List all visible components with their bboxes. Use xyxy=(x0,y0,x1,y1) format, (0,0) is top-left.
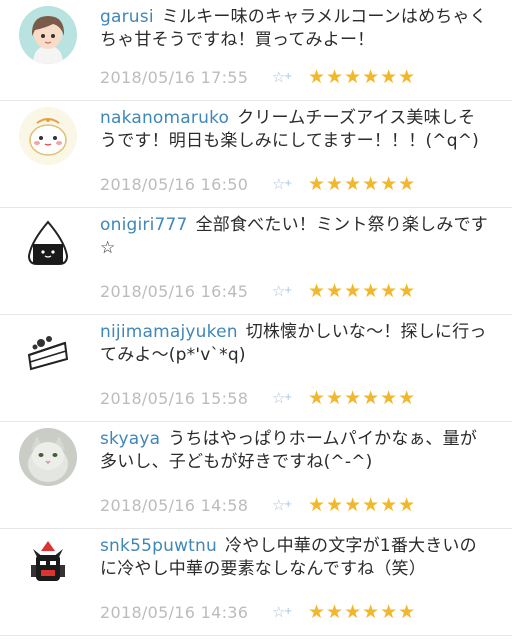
comment-body: skyaya うちはやっぱりホームパイかなぁ、量が多いし、子どもが好きですね(^-… xyxy=(100,428,490,474)
star-rating: ★★★★★★ xyxy=(308,387,417,409)
add-favorite-star-icon[interactable]: ☆ + xyxy=(272,175,298,193)
maru-character-avatar-icon[interactable] xyxy=(19,107,77,165)
comment-date: 2018/05/16 16:45 xyxy=(100,281,249,301)
comment-meta: 2018/05/16 17:55 ☆ + ★★★★★★ xyxy=(100,66,416,88)
comment-item: skyaya うちはやっぱりホームパイかなぁ、量が多いし、子どもが好きですね(^-… xyxy=(0,422,512,529)
star-rating: ★★★★★★ xyxy=(308,280,417,302)
comment-item: garusi ミルキー味のキャラメルコーンはめちゃくちゃ甘そうですね！買ってみよー… xyxy=(0,0,512,101)
cat-photo-avatar-icon[interactable] xyxy=(19,428,77,486)
star-rating: ★★★★★★ xyxy=(308,494,417,516)
comment-item: nakanomaruko クリームチーズアイス美味しそうです！明日も楽しみにしてま… xyxy=(0,101,512,208)
comment-text: ミルキー味のキャラメルコーンはめちゃくちゃ甘そうですね！買ってみよー！ xyxy=(100,7,487,50)
star-rating: ★★★★★★ xyxy=(308,173,417,195)
comment-body: garusi ミルキー味のキャラメルコーンはめちゃくちゃ甘そうですね！買ってみよー… xyxy=(100,6,490,52)
comment-date: 2018/05/16 17:55 xyxy=(100,67,249,87)
girl-avatar-icon[interactable] xyxy=(19,6,77,64)
comment-meta: 2018/05/16 14:36 ☆ + ★★★★★★ xyxy=(100,601,416,623)
comment-meta: 2018/05/16 16:50 ☆ + ★★★★★★ xyxy=(100,173,416,195)
comment-username[interactable]: onigiri777 xyxy=(100,215,188,235)
comment-date: 2018/05/16 14:58 xyxy=(100,495,249,515)
comment-username[interactable]: snk55puwtnu xyxy=(100,536,217,556)
add-favorite-star-icon[interactable]: ☆ + xyxy=(272,68,298,86)
comment-date: 2018/05/16 15:58 xyxy=(100,388,249,408)
comment-body: nijimamajyuken 切株懐かしいな～！探しに行ってみよ～(p*'v`*q… xyxy=(100,321,490,367)
add-favorite-star-icon[interactable]: ☆ + xyxy=(272,282,298,300)
robot-avatar-icon[interactable] xyxy=(19,535,77,593)
cake-slice-avatar-icon[interactable] xyxy=(19,321,77,379)
comment-feed: garusi ミルキー味のキャラメルコーンはめちゃくちゃ甘そうですね！買ってみよー… xyxy=(0,0,512,640)
comment-username[interactable]: skyaya xyxy=(100,429,160,449)
comment-date: 2018/05/16 14:36 xyxy=(100,602,249,622)
comment-meta: 2018/05/16 15:58 ☆ + ★★★★★★ xyxy=(100,387,416,409)
comment-username[interactable]: nijimamajyuken xyxy=(100,322,238,342)
comment-meta: 2018/05/16 16:45 ☆ + ★★★★★★ xyxy=(100,280,416,302)
add-favorite-star-icon[interactable]: ☆ + xyxy=(272,389,298,407)
comment-username[interactable]: nakanomaruko xyxy=(100,108,229,128)
comment-item: nijimamajyuken 切株懐かしいな～！探しに行ってみよ～(p*'v`*q… xyxy=(0,315,512,422)
comment-body: nakanomaruko クリームチーズアイス美味しそうです！明日も楽しみにしてま… xyxy=(100,107,490,153)
comment-meta: 2018/05/16 14:58 ☆ + ★★★★★★ xyxy=(100,494,416,516)
comment-item: snk55puwtnu 冷やし中華の文字が1番大きいのに冷やし中華の要素なしなんで… xyxy=(0,529,512,636)
comment-item: onigiri777 全部食べたい！ミント祭り楽しみです☆ 2018/05/16 … xyxy=(0,208,512,315)
onigiri-avatar-icon[interactable] xyxy=(19,214,77,272)
comment-body: snk55puwtnu 冷やし中華の文字が1番大きいのに冷やし中華の要素なしなんで… xyxy=(100,535,490,581)
add-favorite-star-icon[interactable]: ☆ + xyxy=(272,496,298,514)
add-favorite-star-icon[interactable]: ☆ + xyxy=(272,603,298,621)
comment-date: 2018/05/16 16:50 xyxy=(100,174,249,194)
star-rating: ★★★★★★ xyxy=(308,66,417,88)
comment-body: onigiri777 全部食べたい！ミント祭り楽しみです☆ xyxy=(100,214,490,260)
comment-username[interactable]: garusi xyxy=(100,7,154,27)
star-rating: ★★★★★★ xyxy=(308,601,417,623)
